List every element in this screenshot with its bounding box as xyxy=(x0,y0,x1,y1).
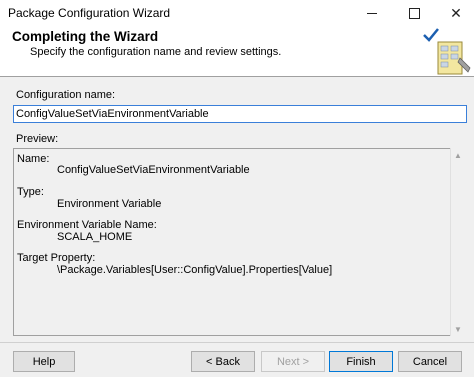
minimize-icon xyxy=(367,12,377,14)
preview-name-label: Name: xyxy=(17,153,50,165)
back-button[interactable]: < Back xyxy=(191,351,255,372)
preview-target-label: Target Property: xyxy=(17,252,96,264)
preview-label: Preview: xyxy=(16,133,59,145)
scroll-down-icon[interactable]: ▼ xyxy=(451,322,465,336)
cancel-button[interactable]: Cancel xyxy=(398,351,462,372)
preview-env-value: SCALA_HOME xyxy=(57,231,133,243)
maximize-icon xyxy=(408,7,420,19)
preview-type-label: Type: xyxy=(17,186,44,198)
maximize-button[interactable] xyxy=(394,0,434,26)
header-divider xyxy=(0,76,474,77)
scroll-up-icon[interactable]: ▲ xyxy=(451,148,465,162)
preview-type-value: Environment Variable xyxy=(57,198,162,210)
preview-env-label: Environment Variable Name: xyxy=(17,219,157,231)
finish-button[interactable]: Finish xyxy=(329,351,393,372)
wizard-header: Completing the Wizard Specify the config… xyxy=(0,26,474,76)
next-button[interactable]: Next > xyxy=(261,351,325,372)
config-name-input[interactable] xyxy=(13,105,467,123)
page-subtitle: Specify the configuration name and revie… xyxy=(30,46,282,58)
minimize-button[interactable] xyxy=(352,0,392,26)
preview-scrollbar[interactable]: ▲ ▼ xyxy=(450,148,465,336)
preview-box[interactable]: Name: ConfigValueSetViaEnvironmentVariab… xyxy=(13,148,451,336)
help-button[interactable]: Help xyxy=(13,351,75,372)
close-icon: ✕ xyxy=(450,4,462,21)
preview-target-value: \Package.Variables[User::ConfigValue].Pr… xyxy=(57,264,333,276)
config-name-label: Configuration name: xyxy=(16,89,116,101)
window-title: Package Configuration Wizard xyxy=(8,6,171,20)
close-button[interactable]: ✕ xyxy=(436,0,474,26)
title-bar: Package Configuration Wizard ✕ xyxy=(0,0,474,26)
wizard-checkmark-icon xyxy=(423,28,471,75)
page-title: Completing the Wizard xyxy=(12,29,159,44)
preview-name-value: ConfigValueSetViaEnvironmentVariable xyxy=(57,164,250,176)
footer-divider xyxy=(0,342,474,343)
